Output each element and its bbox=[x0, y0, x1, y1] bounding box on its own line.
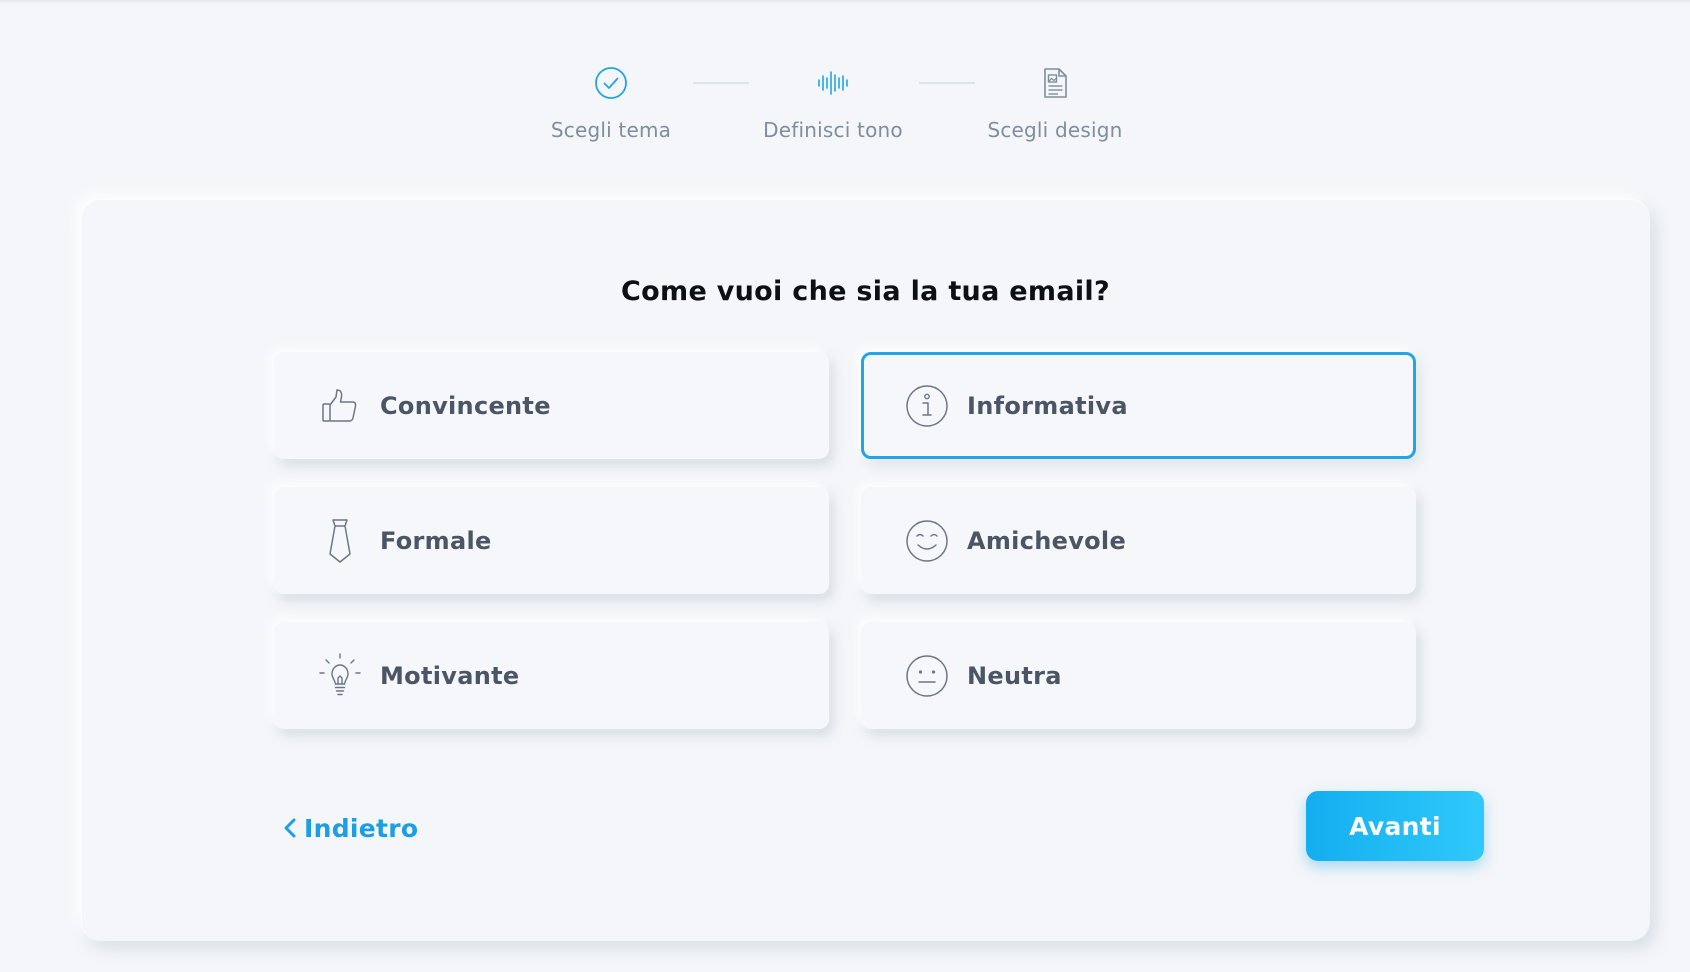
step-choose-design[interactable]: Scegli design bbox=[955, 62, 1155, 142]
neutral-face-icon bbox=[903, 652, 951, 700]
next-button[interactable]: Avanti bbox=[1306, 791, 1484, 861]
option-label: Formale bbox=[380, 526, 492, 555]
smile-icon bbox=[903, 517, 951, 565]
tie-icon bbox=[316, 517, 364, 565]
option-label: Amichevole bbox=[967, 526, 1127, 555]
option-informativa[interactable]: Informativa bbox=[861, 352, 1416, 459]
option-label: Informativa bbox=[967, 391, 1128, 420]
step-label: Scegli tema bbox=[550, 118, 672, 142]
check-circle-icon bbox=[511, 62, 711, 104]
option-neutra[interactable]: Neutra bbox=[861, 622, 1416, 729]
option-label: Motivante bbox=[380, 661, 520, 690]
question-heading: Come vuoi che sia la tua email? bbox=[621, 276, 1110, 307]
info-icon bbox=[903, 382, 951, 430]
document-image-icon bbox=[955, 62, 1155, 104]
option-amichevole[interactable]: Amichevole bbox=[861, 487, 1416, 594]
step-label: Definisci tono bbox=[763, 118, 903, 142]
step-define-tone[interactable]: Definisci tono bbox=[733, 62, 933, 142]
lightbulb-icon bbox=[316, 652, 364, 700]
progress-stepper: Scegli tema Definisci tono Scegli design bbox=[0, 0, 1690, 170]
step-label: Scegli design bbox=[987, 118, 1123, 142]
option-convincente[interactable]: Convincente bbox=[274, 352, 829, 459]
back-link-label: Indietro bbox=[304, 813, 419, 843]
sound-wave-icon bbox=[733, 62, 933, 104]
option-label: Neutra bbox=[967, 661, 1062, 690]
chevron-left-icon bbox=[284, 818, 296, 838]
option-motivante[interactable]: Motivante bbox=[274, 622, 829, 729]
back-link[interactable]: Indietro bbox=[284, 808, 418, 848]
step-choose-theme[interactable]: Scegli tema bbox=[511, 62, 711, 142]
thumbs-up-icon bbox=[316, 382, 364, 430]
tone-selection-card: Come vuoi che sia la tua email? Convince… bbox=[82, 200, 1649, 940]
option-formale[interactable]: Formale bbox=[274, 487, 829, 594]
option-label: Convincente bbox=[380, 391, 551, 420]
